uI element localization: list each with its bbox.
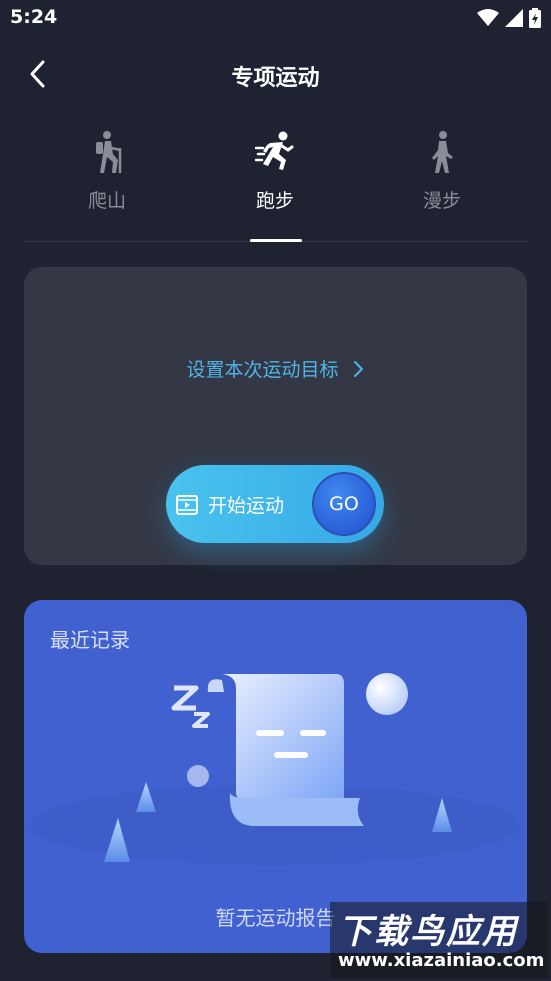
recent-records-card: 最近记录 暂无运动报告 bbox=[24, 600, 527, 953]
status-bar: 5:24 bbox=[0, 0, 551, 38]
tab-label-walking: 漫步 bbox=[422, 190, 461, 212]
tab-running[interactable]: 跑步 bbox=[200, 122, 350, 242]
signal-icon bbox=[505, 9, 523, 27]
start-exercise-label: 开始运动 bbox=[208, 495, 285, 517]
tab-hiking[interactable]: 爬山 bbox=[32, 122, 182, 242]
running-icon bbox=[255, 131, 294, 170]
go-label: GO bbox=[329, 493, 359, 515]
watermark-url: www.xiazainiao.com bbox=[338, 950, 545, 971]
watermark-brand: 下载鸟应用 bbox=[338, 912, 518, 952]
hiking-icon bbox=[96, 131, 122, 173]
start-exercise-button[interactable]: 开始运动 GO bbox=[166, 465, 384, 543]
battery-icon bbox=[529, 8, 541, 28]
watermark: 下载鸟应用 www.xiazainiao.com bbox=[330, 902, 548, 978]
chevron-right-icon bbox=[353, 361, 363, 377]
active-tab-indicator bbox=[250, 239, 302, 242]
sport-tabs: 爬山 跑步 漫步 bbox=[24, 122, 527, 242]
tab-label-hiking: 爬山 bbox=[87, 190, 126, 212]
walking-icon bbox=[432, 131, 453, 173]
tab-label-running: 跑步 bbox=[255, 190, 294, 212]
video-icon bbox=[176, 495, 198, 515]
nav-bar: 专项运动 bbox=[0, 48, 551, 104]
tab-walking[interactable]: 漫步 bbox=[367, 122, 517, 242]
recent-records-title: 最近记录 bbox=[50, 628, 130, 652]
status-icons bbox=[477, 8, 541, 28]
set-goal-link[interactable]: 设置本次运动目标 bbox=[24, 355, 527, 382]
goal-card: 设置本次运动目标 开始运动 GO bbox=[24, 267, 527, 565]
status-time: 5:24 bbox=[10, 6, 58, 28]
page-title: 专项运动 bbox=[231, 66, 320, 91]
go-button[interactable]: GO bbox=[312, 472, 376, 536]
set-goal-label: 设置本次运动目标 bbox=[186, 359, 339, 381]
wifi-icon bbox=[477, 9, 499, 26]
